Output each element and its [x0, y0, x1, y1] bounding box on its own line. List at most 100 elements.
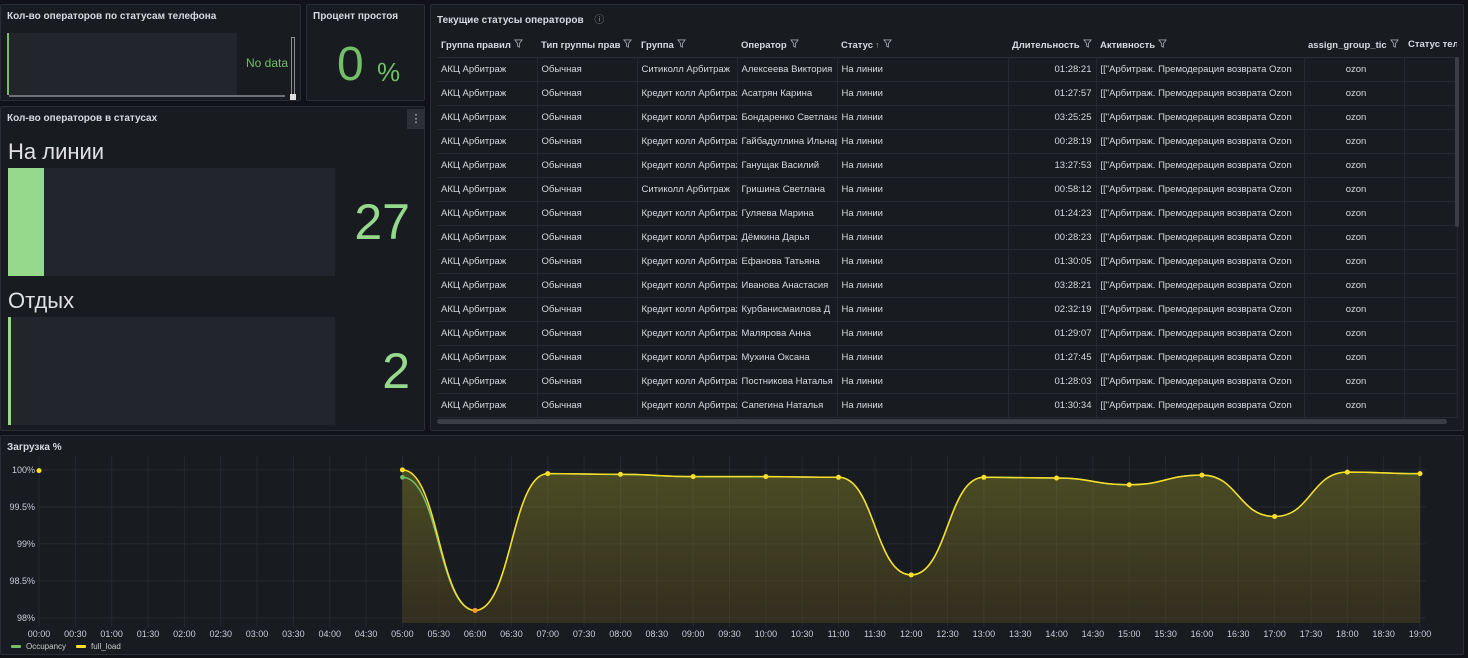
y-tick-label: 98%	[17, 613, 35, 623]
table-cell: Ситиколл Арбитраж	[637, 177, 738, 202]
table-cell: [["Арбитраж. Премодерация возврата Ozon	[1096, 393, 1305, 418]
table-row[interactable]: АКЦ Арбитраж Обычная Кредит колл Арбитраж С…	[437, 393, 1458, 418]
x-tick-label: 12:30	[936, 629, 959, 639]
table-row[interactable]: АКЦ Арбитраж Обычная Кредит колл Арбитраж Г…	[437, 201, 1458, 226]
table-cell: 01:28:03	[1008, 369, 1097, 394]
table-row[interactable]: АКЦ Арбитраж Обычная Кредит колл Арбитраж М…	[437, 345, 1458, 370]
horizontal-scrollbar[interactable]	[9, 95, 285, 97]
table-cell: Мухина Оксана	[737, 345, 838, 370]
legend-item-full-load[interactable]: full_load	[76, 642, 121, 651]
table-row[interactable]: АКЦ Арбитраж Обычная Ситиколл Арбитраж Гриш…	[437, 177, 1458, 202]
x-tick-label: 07:30	[573, 629, 596, 639]
table-cell: 03:28:21	[1008, 273, 1097, 298]
table-cell: Курбанисмаилова Д	[737, 297, 838, 322]
table-cell: [["Арбитраж. Премодерация возврата Ozon	[1096, 105, 1305, 130]
no-data-text: No data	[246, 56, 289, 70]
idle-percent-unit: %	[377, 57, 401, 87]
table-cell: Обычная	[537, 369, 638, 394]
filter-icon[interactable]	[1389, 39, 1399, 48]
table-cell: На линии	[837, 57, 1009, 82]
column-header[interactable]: Длительность	[1008, 33, 1096, 58]
table-cell	[1404, 57, 1458, 82]
table-cell: На линии	[837, 297, 1009, 322]
filter-icon[interactable]	[1082, 39, 1092, 48]
x-tick-label: 08:30	[646, 629, 669, 639]
table-cell: ozon	[1304, 321, 1405, 346]
table-row[interactable]: АКЦ Арбитраж Обычная Кредит колл Арбитраж К…	[437, 297, 1458, 322]
full-load-point	[617, 471, 623, 477]
table-cell: [["Арбитраж. Премодерация возврата Ozon	[1096, 153, 1305, 178]
x-tick-label: 01:00	[100, 629, 123, 639]
x-tick-label: 13:00	[973, 629, 996, 639]
table-row[interactable]: АКЦ Арбитраж Обычная Кредит колл Арбитраж Г…	[437, 129, 1458, 154]
table-cell: На линии	[837, 153, 1009, 178]
load-chart-panel: Загрузка % 00:00 00:30 01:00 01:30 02:00 02:3…	[0, 435, 1464, 655]
vertical-scrollbar[interactable]	[291, 37, 295, 95]
table-row[interactable]: АКЦ Арбитраж Обычная Кредит колл Арбитраж Г…	[437, 153, 1458, 178]
filter-icon[interactable]	[513, 39, 523, 48]
table-cell: Гришина Светлана	[737, 177, 838, 202]
full-load-point	[1054, 475, 1060, 481]
table-cell	[1404, 153, 1458, 178]
x-tick-label: 08:00	[609, 629, 632, 639]
panel-menu-icon[interactable]: ⋮	[407, 109, 424, 129]
column-header[interactable]: Оператор	[737, 33, 837, 58]
table-row[interactable]: АКЦ Арбитраж Обычная Кредит колл Арбитраж Е…	[437, 249, 1458, 274]
filter-icon[interactable]	[882, 39, 892, 48]
table-row[interactable]: АКЦ Арбитраж Обычная Кредит колл Арбитраж Б…	[437, 105, 1458, 130]
table-cell: Ситиколл Арбитраж	[637, 57, 738, 82]
table-row[interactable]: АКЦ Арбитраж Обычная Кредит колл Арбитраж А…	[437, 81, 1458, 106]
filter-icon[interactable]	[623, 39, 633, 48]
table-cell: ozon	[1304, 177, 1405, 202]
column-header-label: Длительность	[1012, 39, 1080, 51]
x-tick-label: 05:00	[391, 629, 414, 639]
table-vertical-scrollbar[interactable]	[1455, 57, 1459, 227]
column-header[interactable]: Группа	[637, 33, 737, 58]
gauge-label-online: На линии	[8, 139, 105, 164]
full-load-point	[1272, 514, 1278, 520]
table-cell: Ганущак Василий	[737, 153, 838, 178]
x-tick-label: 00:00	[28, 629, 51, 639]
table-row[interactable]: АКЦ Арбитраж Обычная Ситиколл Арбитраж Алек…	[437, 57, 1458, 82]
table-cell: АКЦ Арбитраж	[437, 369, 538, 394]
full-load-point	[399, 467, 405, 473]
x-tick-label: 07:00	[537, 629, 560, 639]
table-cell: На линии	[837, 105, 1009, 130]
x-tick-label: 10:00	[755, 629, 778, 639]
table-cell: На линии	[837, 369, 1009, 394]
x-tick-label: 13:30	[1009, 629, 1032, 639]
table-cell: Кредит колл Арбитраж	[637, 321, 738, 346]
table-row[interactable]: АКЦ Арбитраж Обычная Кредит колл Арбитраж Д…	[437, 225, 1458, 250]
column-header[interactable]: Группа правил	[437, 33, 537, 58]
legend-item-occupancy[interactable]: Occupancy	[11, 642, 66, 651]
legend-label: full_load	[91, 642, 121, 651]
x-tick-label: 04:30	[355, 629, 378, 639]
sort-asc-icon[interactable]: ↑	[875, 40, 880, 50]
table-cell: [["Арбитраж. Премодерация возврата Ozon	[1096, 345, 1305, 370]
table-cell: АКЦ Арбитраж	[437, 201, 538, 226]
info-icon[interactable]: ⓘ	[594, 15, 604, 26]
table-row[interactable]: АКЦ Арбитраж Обычная Кредит колл Арбитраж П…	[437, 369, 1458, 394]
table-cell: 02:32:19	[1008, 297, 1097, 322]
filter-icon[interactable]	[1158, 39, 1168, 48]
filter-icon[interactable]	[789, 39, 799, 48]
column-header[interactable]: Статус ↑	[837, 33, 1008, 58]
column-header[interactable]: assign_group_tic	[1304, 33, 1404, 58]
column-header[interactable]: Статус теле	[1404, 33, 1457, 58]
table-cell: На линии	[837, 81, 1009, 106]
table-cell: [["Арбитраж. Премодерация возврата Ozon	[1096, 177, 1305, 202]
table-cell: Кредит колл Арбитраж	[637, 201, 738, 226]
table-horizontal-scrollbar[interactable]	[437, 419, 1447, 424]
column-header[interactable]: Активность	[1096, 33, 1304, 58]
table-cell: Обычная	[537, 153, 638, 178]
table-cell: На линии	[837, 321, 1009, 346]
phone-status-panel: Кол-во операторов по статусам телефона N…	[0, 4, 301, 101]
panel-title: Кол-во операторов в статусах	[7, 113, 158, 124]
resize-handle[interactable]	[290, 94, 296, 100]
filter-icon[interactable]	[676, 39, 686, 48]
table-cell: Ефанова Татьяна	[737, 249, 838, 274]
table-row[interactable]: АКЦ Арбитраж Обычная Кредит колл Арбитраж М…	[437, 321, 1458, 346]
table-cell: Алексеева Виктория	[737, 57, 838, 82]
column-header[interactable]: Тип группы прав	[537, 33, 637, 58]
table-row[interactable]: АКЦ Арбитраж Обычная Кредит колл Арбитраж И…	[437, 273, 1458, 298]
